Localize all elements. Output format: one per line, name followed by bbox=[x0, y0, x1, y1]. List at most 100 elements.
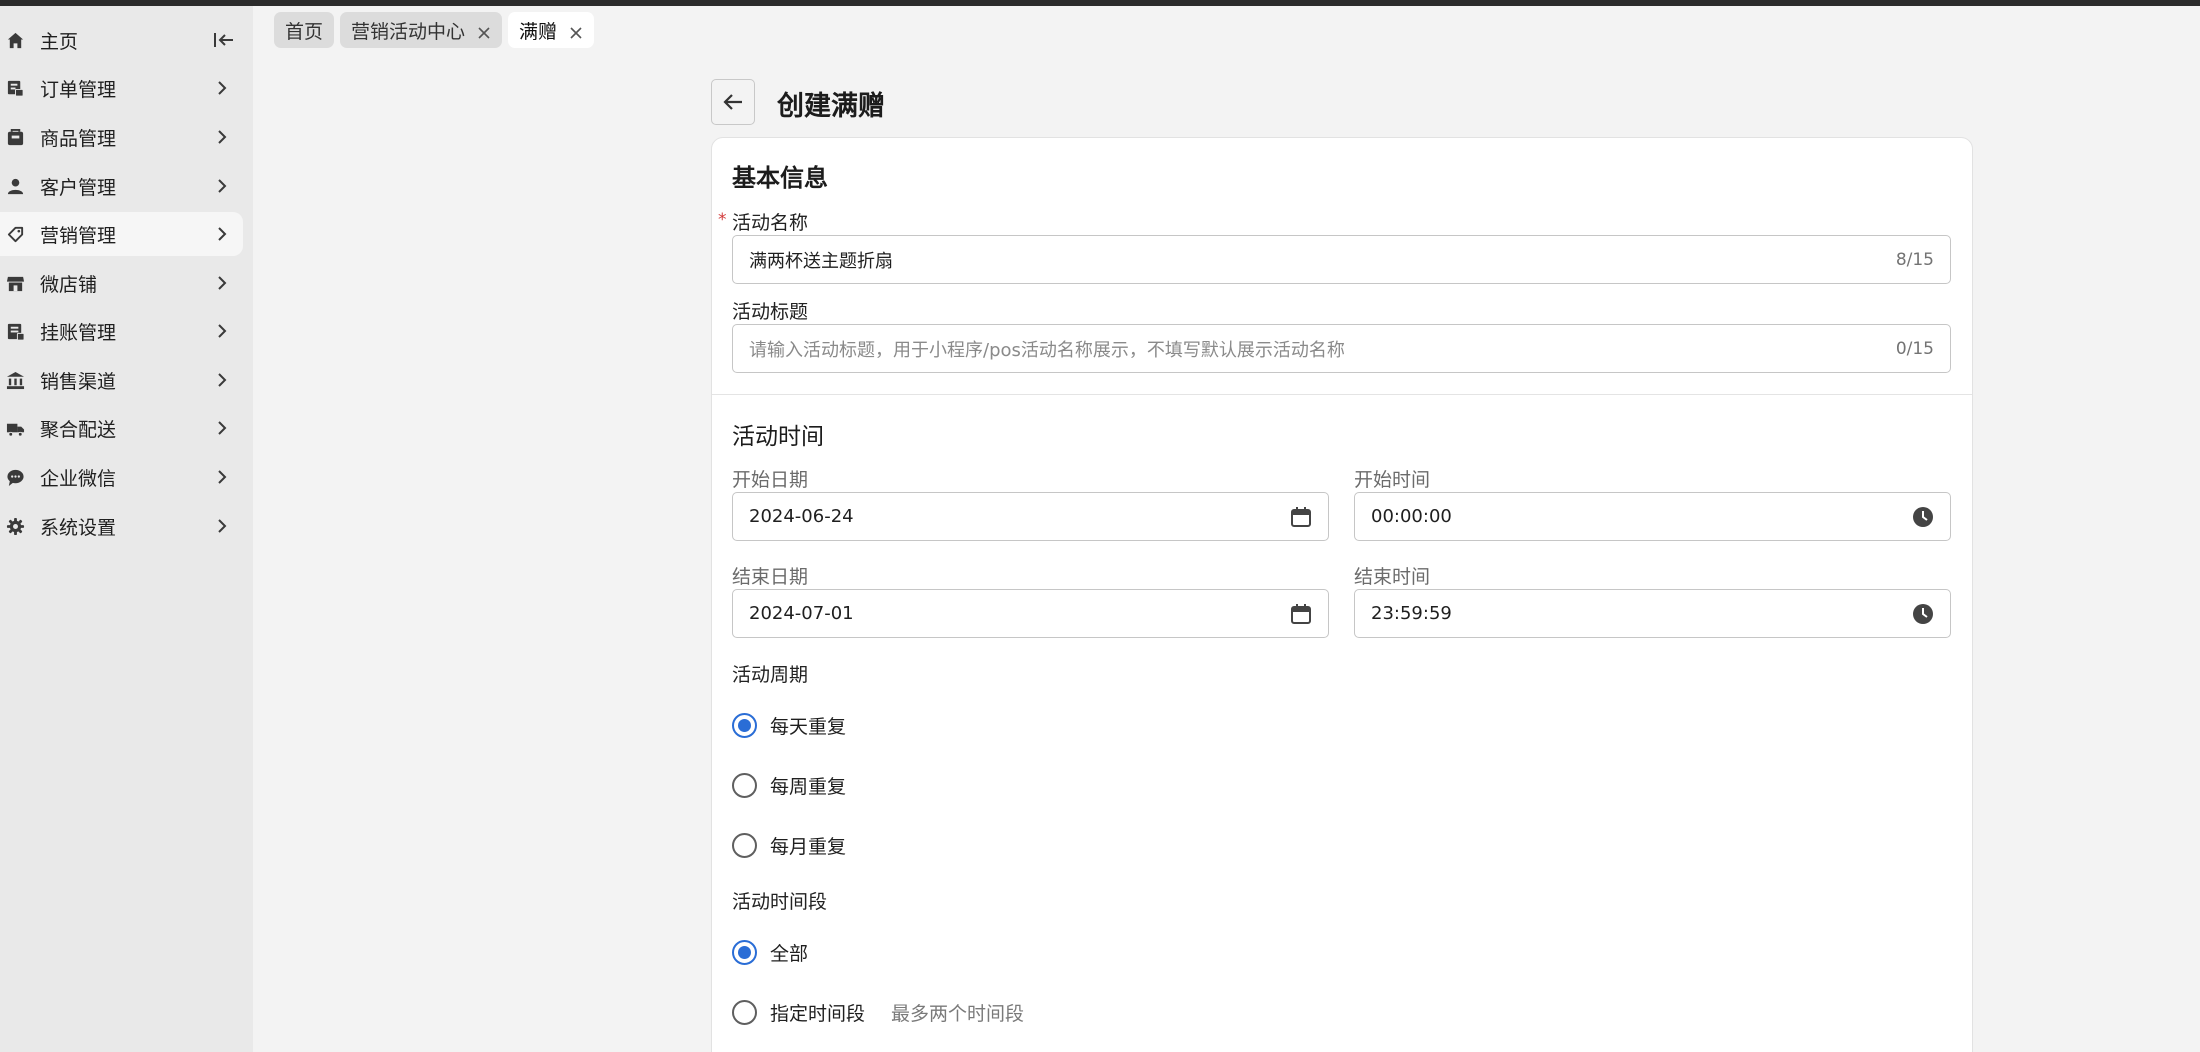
sidebar-item-marketing[interactable]: 营销管理 bbox=[0, 212, 243, 256]
sidebar-item-label: 主页 bbox=[40, 30, 79, 53]
back-button[interactable] bbox=[711, 79, 755, 125]
activity-name-label: 活动名称 bbox=[732, 212, 809, 234]
sidebar-item-enterprise-wechat[interactable]: 企业微信 bbox=[0, 455, 243, 499]
sidebar-item-label: 订单管理 bbox=[40, 78, 117, 101]
activity-title-counter: 0/15 bbox=[1895, 338, 1934, 359]
activity-title-label: 活动标题 bbox=[732, 301, 809, 323]
window-top-bar bbox=[0, 0, 2200, 6]
collapse-sidebar-icon[interactable] bbox=[213, 30, 235, 50]
tab-label: 首页 bbox=[285, 20, 324, 43]
clock-icon[interactable] bbox=[1912, 506, 1934, 528]
order-icon bbox=[6, 79, 25, 98]
radio-label: 每天重复 bbox=[770, 716, 847, 738]
radio-all-periods[interactable]: 全部 bbox=[732, 939, 808, 966]
credit-icon bbox=[6, 322, 25, 341]
activity-title-placeholder: 请输入活动标题，用于小程序/pos活动名称展示，不填写默认展示活动名称 bbox=[749, 339, 1345, 361]
home-icon bbox=[6, 31, 25, 50]
end-time-value: 23:59:59 bbox=[1371, 603, 1452, 624]
truck-icon bbox=[6, 419, 25, 438]
end-date-input[interactable]: 2024-07-01 bbox=[732, 589, 1329, 638]
sidebar-item-delivery[interactable]: 聚合配送 bbox=[0, 406, 243, 450]
radio-checked-icon bbox=[732, 940, 757, 965]
clock-icon[interactable] bbox=[1912, 603, 1934, 625]
sidebar-item-label: 企业微信 bbox=[40, 467, 117, 490]
chevron-right-icon bbox=[218, 421, 227, 435]
tab-label: 满赠 bbox=[519, 20, 558, 43]
close-icon[interactable] bbox=[477, 23, 491, 39]
end-date-label: 结束日期 bbox=[732, 566, 809, 588]
sidebar-item-label: 挂账管理 bbox=[40, 321, 117, 344]
sidebar-item-customers[interactable]: 客户管理 bbox=[0, 164, 243, 208]
bank-icon bbox=[6, 371, 25, 390]
tab-bar: 首页 营销活动中心 满赠 bbox=[274, 12, 595, 48]
chevron-right-icon bbox=[218, 130, 227, 144]
end-time-input[interactable]: 23:59:59 bbox=[1354, 589, 1951, 638]
radio-unchecked-icon bbox=[732, 773, 757, 798]
activity-name-value: 满两杯送主题折扇 bbox=[749, 250, 893, 272]
sidebar-item-label: 微店铺 bbox=[40, 273, 98, 296]
close-icon[interactable] bbox=[569, 23, 583, 39]
sidebar-item-label: 商品管理 bbox=[40, 127, 117, 150]
radio-monthly-repeat[interactable]: 每月重复 bbox=[732, 832, 846, 859]
end-time-label: 结束时间 bbox=[1354, 566, 1431, 588]
radio-unchecked-icon bbox=[732, 833, 757, 858]
activity-title-input[interactable]: 请输入活动标题，用于小程序/pos活动名称展示，不填写默认展示活动名称 0/15 bbox=[732, 324, 1951, 373]
sidebar-item-micro-store[interactable]: 微店铺 bbox=[0, 261, 243, 305]
end-date-value: 2024-07-01 bbox=[749, 603, 854, 624]
chevron-right-icon bbox=[218, 276, 227, 290]
radio-label: 指定时间段 bbox=[770, 1003, 866, 1025]
sidebar-item-label: 聚合配送 bbox=[40, 418, 117, 441]
arrow-left-icon bbox=[723, 94, 742, 110]
chevron-right-icon bbox=[218, 81, 227, 95]
sidebar-item-orders[interactable]: 订单管理 bbox=[0, 66, 243, 110]
activity-name-counter: 8/15 bbox=[1895, 249, 1934, 270]
radio-hint: 最多两个时间段 bbox=[891, 1003, 1025, 1025]
section-title-activity-time: 活动时间 bbox=[732, 424, 824, 450]
sidebar-item-sales-channels[interactable]: 销售渠道 bbox=[0, 358, 243, 402]
radio-label: 全部 bbox=[770, 943, 809, 965]
activity-cycle-label: 活动周期 bbox=[732, 664, 809, 686]
start-time-label: 开始时间 bbox=[1354, 469, 1431, 491]
section-title-basic-info: 基本信息 bbox=[732, 164, 828, 192]
radio-checked-icon bbox=[732, 713, 757, 738]
radio-daily-repeat[interactable]: 每天重复 bbox=[732, 712, 846, 739]
radio-weekly-repeat[interactable]: 每周重复 bbox=[732, 772, 846, 799]
gear-icon bbox=[6, 517, 25, 536]
customer-icon bbox=[6, 177, 25, 196]
activity-name-input[interactable]: 满两杯送主题折扇 8/15 bbox=[732, 235, 1951, 284]
tab-marketing-center[interactable]: 营销活动中心 bbox=[340, 12, 503, 48]
chevron-right-icon bbox=[218, 324, 227, 338]
activity-period-label: 活动时间段 bbox=[732, 891, 828, 913]
radio-label: 每周重复 bbox=[770, 776, 847, 798]
sidebar-item-label: 系统设置 bbox=[40, 516, 117, 539]
start-date-label: 开始日期 bbox=[732, 469, 809, 491]
radio-unchecked-icon bbox=[732, 1000, 757, 1025]
product-icon bbox=[6, 128, 25, 147]
sidebar-item-products[interactable]: 商品管理 bbox=[0, 115, 243, 159]
radio-specific-periods[interactable]: 指定时间段 最多两个时间段 bbox=[732, 999, 1024, 1026]
calendar-icon[interactable] bbox=[1290, 603, 1312, 625]
start-time-value: 00:00:00 bbox=[1371, 506, 1452, 527]
page-title: 创建满赠 bbox=[777, 91, 885, 122]
sidebar-item-label: 营销管理 bbox=[40, 224, 117, 247]
chevron-right-icon bbox=[218, 227, 227, 241]
sidebar-item-label: 客户管理 bbox=[40, 176, 117, 199]
tab-label: 营销活动中心 bbox=[351, 20, 466, 43]
required-marker: * bbox=[718, 210, 727, 230]
sidebar: 主页 订单管理 商品管理 客户管理 营销管理 微店铺 挂账管理 销售渠道 聚合配… bbox=[0, 6, 253, 1052]
start-time-input[interactable]: 00:00:00 bbox=[1354, 492, 1951, 541]
tab-full-gift[interactable]: 满赠 bbox=[508, 12, 595, 48]
sidebar-item-settings[interactable]: 系统设置 bbox=[0, 504, 243, 548]
start-date-value: 2024-06-24 bbox=[749, 506, 854, 527]
sidebar-item-credit[interactable]: 挂账管理 bbox=[0, 309, 243, 353]
sidebar-item-home[interactable]: 主页 bbox=[0, 18, 243, 62]
calendar-icon[interactable] bbox=[1290, 506, 1312, 528]
chevron-right-icon bbox=[218, 470, 227, 484]
tab-home[interactable]: 首页 bbox=[274, 12, 335, 48]
chat-icon bbox=[6, 468, 25, 487]
chevron-right-icon bbox=[218, 373, 227, 387]
store-icon bbox=[6, 274, 25, 293]
start-date-input[interactable]: 2024-06-24 bbox=[732, 492, 1329, 541]
form-card: 基本信息 * 活动名称 满两杯送主题折扇 8/15 活动标题 请输入活动标题，用… bbox=[711, 137, 1973, 1052]
sidebar-item-label: 销售渠道 bbox=[40, 370, 117, 393]
